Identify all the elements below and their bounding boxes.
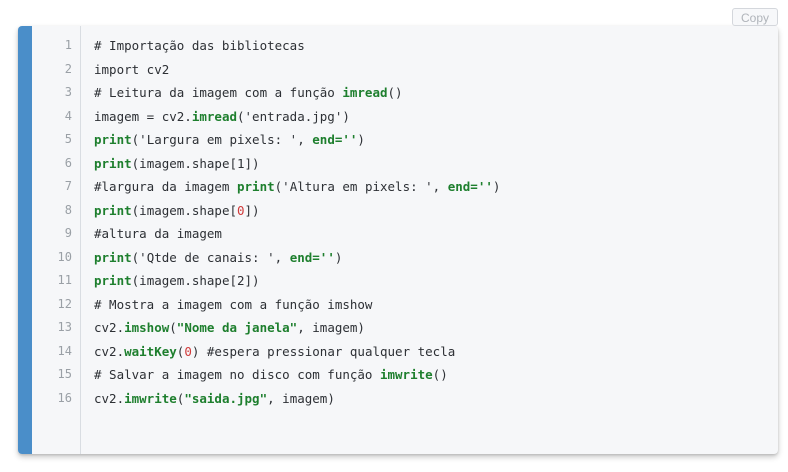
code-token: # Salvar a imagem no disco com função (94, 367, 380, 382)
copy-button[interactable]: Copy (731, 8, 778, 26)
code-token: (imagem.shape[1]) (131, 155, 260, 171)
line-code: print(imagem.shape[2]) (94, 269, 260, 293)
code-line: 8 print(imagem.shape[0]) (18, 199, 778, 223)
line-number: 10 (57, 249, 72, 264)
code-line: 12 # Mostra a imagem com a função imshow (18, 293, 778, 317)
code-token: , imagem) (297, 320, 365, 335)
code-token: ('entrada.jpg') (237, 108, 350, 124)
code-token: ('Qtde de canais: ', (131, 249, 290, 265)
code-token: print (94, 132, 132, 147)
line-code: cv2.imwrite("saida.jpg", imagem) (94, 387, 335, 411)
code-token: ( (169, 320, 177, 335)
code-token: ('Largura em pixels: ', (131, 132, 313, 147)
code-token: () (432, 367, 448, 382)
code-line: 1 # Importação das bibliotecas (18, 34, 778, 58)
line-number: 2 (64, 61, 72, 76)
line-number: 15 (57, 367, 72, 381)
code-token: ]) (244, 202, 260, 218)
line-code: print('Largura em pixels: ', end='') (94, 128, 365, 152)
code-token: cv2. (94, 320, 125, 335)
code-token: # Leitura da imagem com a função (94, 85, 343, 100)
code-token: # Mostra a imagem com a função imshow (94, 296, 373, 312)
code-token: imread (191, 108, 237, 124)
code-line: 5 print('Largura em pixels: ', end='') (18, 128, 778, 152)
line-number: 3 (64, 85, 72, 99)
code-token: print (94, 202, 132, 218)
line-code: print(imagem.shape[1]) (94, 152, 260, 176)
line-number: 6 (64, 155, 72, 170)
line-code: # Salvar a imagem no disco com função im… (94, 363, 448, 387)
code-token: print (94, 249, 132, 265)
code-token: , imagem) (267, 390, 335, 406)
line-number: 7 (64, 179, 72, 193)
code-line: 16 cv2.imwrite("saida.jpg", imagem) (18, 387, 778, 411)
code-token: imwrite (379, 367, 433, 382)
code-token: 0 (237, 202, 245, 218)
code-token: imread (342, 85, 388, 100)
code-line: 6 print(imagem.shape[1]) (18, 152, 778, 176)
code-line: 11 print(imagem.shape[2]) (18, 269, 778, 293)
line-code: cv2.imshow("Nome da janela", imagem) (94, 316, 365, 340)
line-code: print('Qtde de canais: ', end='') (94, 246, 342, 270)
code-token: #altura da imagem (94, 226, 222, 241)
code-token: cv2. (94, 343, 125, 359)
code-token: print (237, 179, 275, 194)
code-line: 2 import cv2 (18, 58, 778, 82)
line-code: imagem = cv2.imread('entrada.jpg') (94, 105, 350, 129)
code-line: 15 # Salvar a imagem no disco com função … (18, 363, 778, 387)
code-token: "saida.jpg" (184, 390, 268, 406)
line-code: # Mostra a imagem com a função imshow (94, 293, 372, 317)
code-token: ) (357, 132, 365, 147)
code-line: 10 print('Qtde de canais: ', end='') (18, 246, 778, 270)
code-token: print (94, 155, 132, 171)
code-token: ('Altura em pixels: ', (274, 179, 448, 194)
code-token: end='' (447, 179, 493, 194)
line-number: 1 (64, 38, 72, 52)
code-token: import cv2 (94, 61, 170, 77)
line-code: import cv2 (94, 58, 169, 82)
code-token: # Importação das bibliotecas (94, 38, 305, 53)
line-number: 16 (57, 390, 72, 405)
code-line: 7 #largura da imagem print('Altura em pix… (18, 175, 778, 199)
line-number: 13 (57, 320, 72, 334)
code-token: ) (334, 249, 343, 265)
line-code: # Importação das bibliotecas (94, 34, 305, 58)
code-token: (imagem.shape[ (131, 202, 237, 218)
line-code: # Leitura da imagem com a função imread(… (94, 81, 403, 105)
line-code: #altura da imagem (94, 222, 222, 246)
code-token: imagem = cv2. (94, 108, 192, 124)
code-line: 14 cv2.waitKey(0) #espera pressionar qual… (18, 340, 778, 364)
code-token: ) (492, 179, 501, 194)
line-code: #largura da imagem print('Altura em pixe… (94, 175, 500, 199)
code-token: #largura da imagem (94, 179, 237, 194)
line-code: print(imagem.shape[0]) (94, 199, 260, 223)
line-number: 12 (57, 296, 72, 311)
code-token: (imagem.shape[2]) (131, 273, 260, 288)
line-number: 14 (57, 343, 72, 358)
code-token: 0 (184, 343, 192, 359)
code-token: ) #espera pressionar qualquer tecla (191, 343, 456, 359)
code-token: () (387, 85, 403, 100)
line-number: 11 (57, 273, 72, 287)
line-number: 4 (64, 108, 72, 123)
code-token: end='' (312, 132, 358, 147)
code-token: cv2. (94, 390, 125, 406)
code-block: 1 # Importação das bibliotecas 2 import cv2… (18, 26, 778, 454)
code-token: imshow (124, 320, 170, 335)
code-line: 9 #altura da imagem (18, 222, 778, 246)
code-line: 13 cv2.imshow("Nome da janela", imagem) (18, 316, 778, 340)
code-token: end='' (289, 249, 335, 265)
line-code: cv2.waitKey(0) #espera pressionar qualqu… (94, 340, 455, 364)
line-number: 8 (64, 202, 72, 217)
code-token: print (94, 273, 132, 288)
code-line: 4 imagem = cv2.imread('entrada.jpg') (18, 105, 778, 129)
code-line: 3 # Leitura da imagem com a função imread… (18, 81, 778, 105)
line-number: 5 (64, 132, 72, 146)
code-token: imwrite (124, 390, 177, 406)
code-token: "Nome da janela" (176, 320, 298, 335)
code-token: waitKey (124, 343, 177, 359)
line-number: 9 (64, 226, 72, 240)
